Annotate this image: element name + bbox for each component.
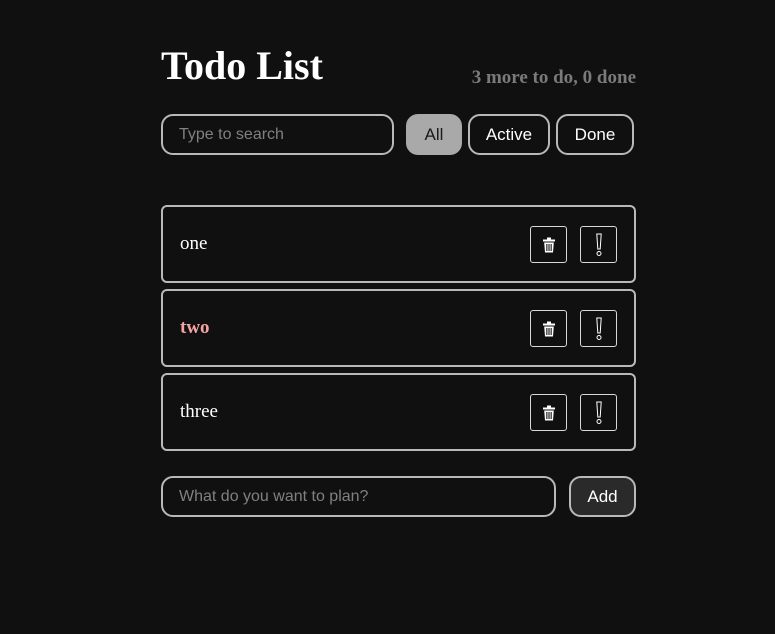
delete-button[interactable] (530, 394, 567, 431)
mark-important-button[interactable] (580, 394, 617, 431)
delete-button[interactable] (530, 310, 567, 347)
filter-active-button[interactable]: Active (468, 114, 550, 155)
exclamation-icon (594, 401, 604, 425)
mark-important-button[interactable] (580, 310, 617, 347)
page-title: Todo List (161, 43, 323, 88)
exclamation-icon (594, 317, 604, 341)
add-button[interactable]: Add (569, 476, 636, 517)
filter-all-button[interactable]: All (406, 114, 462, 155)
mark-important-button[interactable] (580, 226, 617, 263)
todo-item: two (161, 289, 636, 367)
todo-list: one two three (161, 205, 636, 457)
todo-item-label[interactable]: two (180, 291, 210, 365)
search-input[interactable] (161, 114, 394, 155)
todo-count-summary: 3 more to do, 0 done (471, 67, 636, 88)
todo-item: three (161, 373, 636, 451)
delete-button[interactable] (530, 226, 567, 263)
filter-done-button[interactable]: Done (556, 114, 634, 155)
todo-item-label[interactable]: one (180, 207, 207, 281)
todo-item-label[interactable]: three (180, 375, 218, 449)
trash-icon (542, 321, 555, 337)
trash-icon (542, 405, 555, 421)
todo-item: one (161, 205, 636, 283)
trash-icon (542, 237, 555, 253)
new-todo-input[interactable] (161, 476, 556, 517)
exclamation-icon (594, 233, 604, 257)
